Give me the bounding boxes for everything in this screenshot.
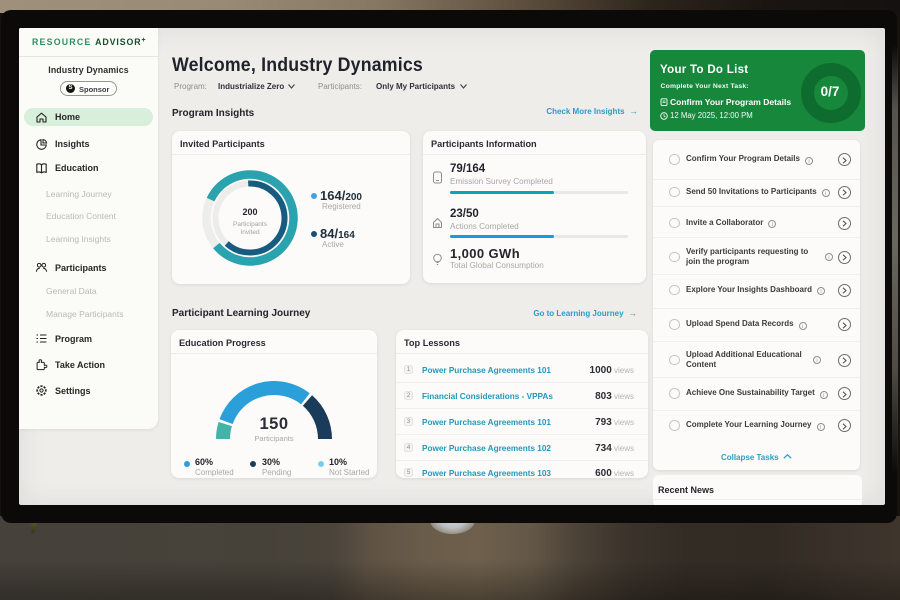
svg-text:Invited: Invited: [240, 229, 260, 236]
svg-text:200: 200: [242, 207, 257, 217]
svg-text:Participants: Participants: [233, 221, 268, 228]
